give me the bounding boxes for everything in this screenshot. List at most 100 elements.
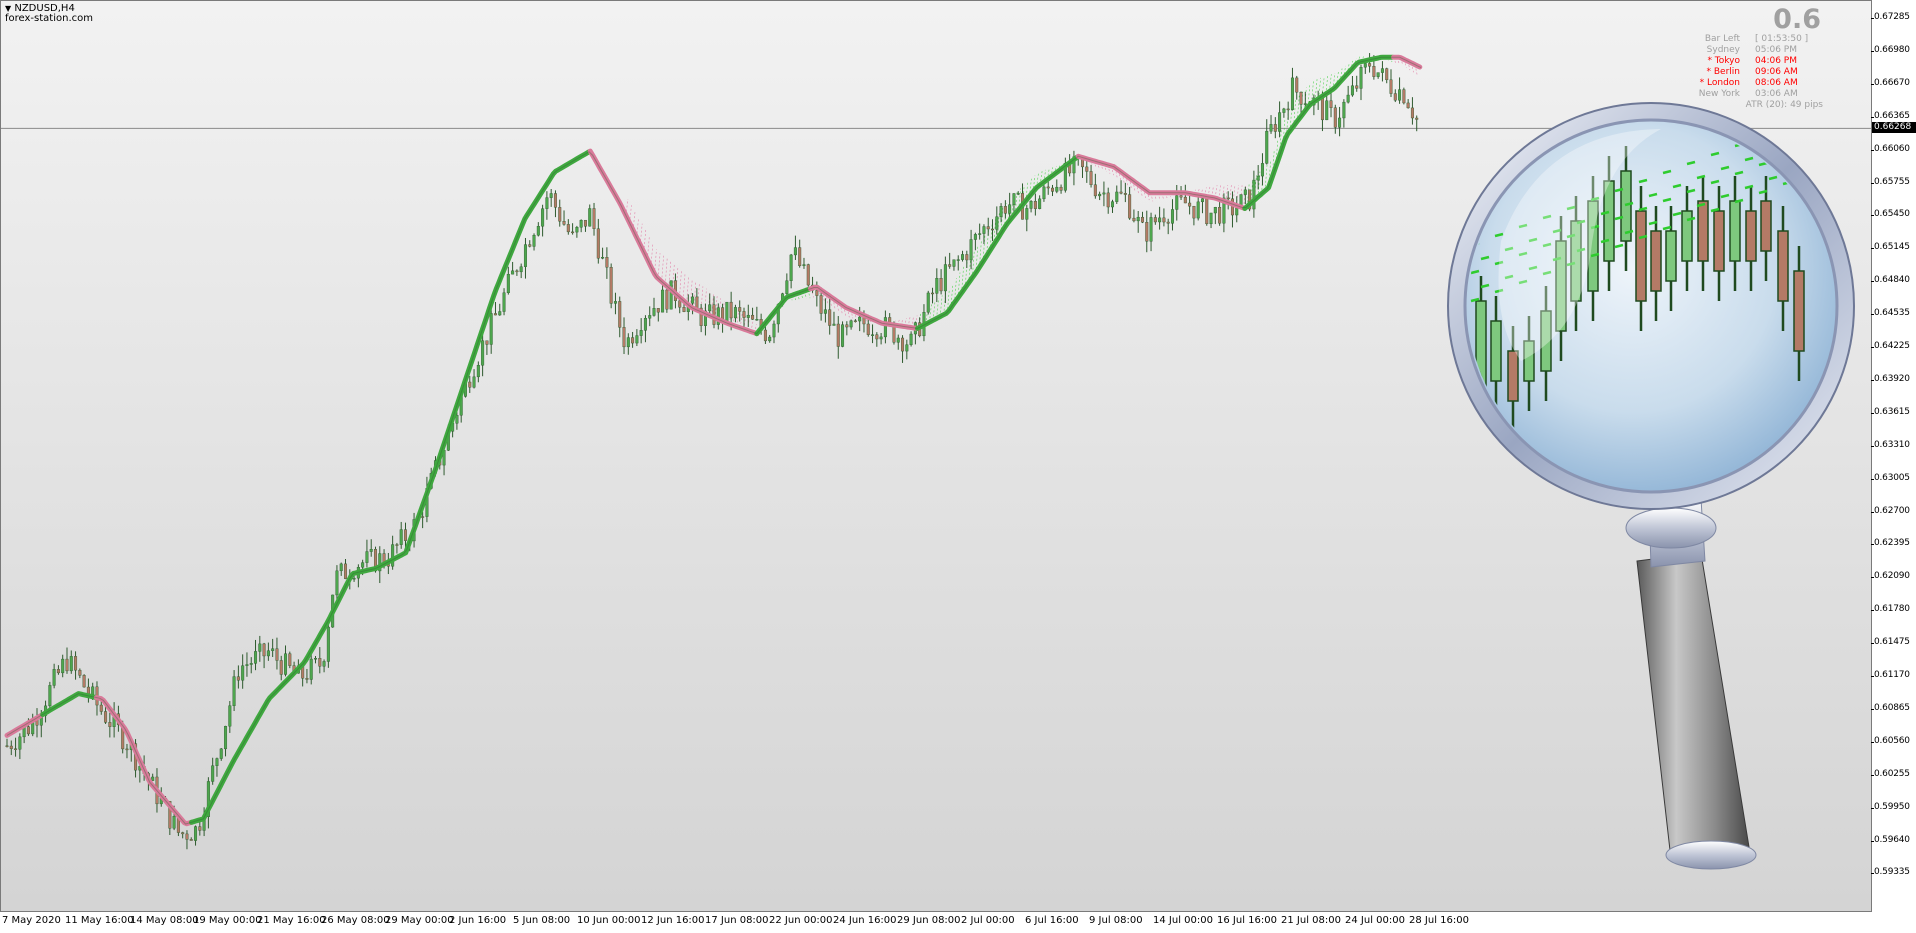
current-price-label: 0.66268 bbox=[1872, 122, 1916, 133]
time-tick-label: 6 Jul 16:00 bbox=[1025, 915, 1079, 926]
candle-body bbox=[326, 626, 330, 662]
candle-body bbox=[1051, 187, 1055, 192]
ma-outline bbox=[6, 56, 1422, 825]
candle-body bbox=[489, 313, 493, 345]
price-tick-label: 0.63310 bbox=[1871, 439, 1910, 450]
candle-body bbox=[1179, 195, 1183, 198]
candle-body bbox=[271, 648, 275, 651]
candle-body bbox=[493, 313, 497, 316]
time-tick-label: 17 Jun 08:00 bbox=[705, 915, 769, 926]
candle-body bbox=[639, 330, 643, 336]
candle-body bbox=[613, 301, 617, 304]
candle-body bbox=[1303, 103, 1307, 105]
candle-body bbox=[1269, 124, 1273, 132]
candle-body bbox=[258, 643, 262, 652]
candle-body bbox=[626, 337, 630, 348]
time-tick-label: 21 Jul 08:00 bbox=[1281, 915, 1341, 926]
candle-body bbox=[189, 839, 193, 841]
candle-body bbox=[733, 307, 737, 319]
candle-body bbox=[69, 656, 73, 672]
time-axis[interactable]: 7 May 2020 11 May 16:00 14 May 08:00 19 May… bbox=[0, 912, 1916, 933]
candle-body bbox=[828, 309, 832, 326]
time-tick-label: 22 Jun 00:00 bbox=[769, 915, 833, 926]
zoom-candle-body bbox=[1745, 210, 1757, 262]
candle-body bbox=[596, 228, 600, 259]
candle-body bbox=[26, 726, 30, 735]
price-tick-label: 0.67285 bbox=[1871, 12, 1910, 22]
price-tick-label: 0.59640 bbox=[1871, 834, 1910, 845]
candle-body bbox=[768, 336, 772, 342]
price-tick-label: 0.66980 bbox=[1871, 44, 1910, 55]
candle-body bbox=[1213, 206, 1217, 214]
candle-body bbox=[498, 311, 502, 316]
candle-body bbox=[1218, 206, 1222, 224]
candle-body bbox=[506, 273, 510, 294]
candle-body bbox=[1265, 130, 1269, 164]
candle-body bbox=[866, 323, 870, 335]
candle-body bbox=[241, 665, 245, 681]
candle-body bbox=[476, 365, 480, 378]
time-tick-label: 9 Jul 08:00 bbox=[1089, 915, 1143, 926]
candle-body bbox=[1029, 201, 1033, 209]
candle-body bbox=[198, 826, 202, 831]
price-axis[interactable]: 0.67285 0.66980 0.66670 0.66365 0.66060 0.657… bbox=[1871, 0, 1916, 933]
candle-body bbox=[455, 415, 459, 424]
candle-body bbox=[991, 228, 995, 231]
session-label: * London bbox=[1699, 78, 1740, 88]
candle-body bbox=[1295, 77, 1299, 93]
time-tick-label: 12 Jun 16:00 bbox=[641, 915, 705, 926]
candle-body bbox=[339, 563, 343, 572]
candle-body bbox=[823, 309, 827, 314]
candle-body bbox=[871, 334, 875, 336]
candle-body bbox=[798, 247, 802, 267]
candle-body bbox=[1183, 196, 1187, 204]
candle-body bbox=[691, 296, 695, 304]
candle-body bbox=[785, 280, 789, 294]
candle-body bbox=[1046, 186, 1050, 189]
candle-body bbox=[1136, 216, 1140, 222]
glass-handle bbox=[1636, 552, 1750, 860]
candle-body bbox=[224, 725, 228, 750]
candle-body bbox=[14, 748, 18, 750]
candle-body bbox=[562, 221, 566, 225]
time-tick-label: 28 Jul 16:00 bbox=[1409, 915, 1469, 926]
candle-body bbox=[1338, 117, 1342, 128]
price-tick-label: 0.65450 bbox=[1871, 209, 1910, 220]
zoom-candle-body bbox=[1650, 230, 1662, 292]
candle-body bbox=[1256, 175, 1260, 181]
candle-body bbox=[729, 301, 733, 319]
chart-area[interactable]: ▼ NZDUSD,H4 forex-station.com 0.6 Bar Le… bbox=[0, 0, 1872, 912]
candle-body bbox=[725, 301, 729, 322]
candle-body bbox=[592, 208, 596, 229]
triangle-down-icon[interactable]: ▼ bbox=[5, 4, 11, 13]
candle-body bbox=[763, 329, 767, 342]
candle-body bbox=[1016, 193, 1020, 195]
candle-body bbox=[232, 676, 236, 706]
candle-body bbox=[1158, 217, 1162, 223]
candle-body bbox=[421, 516, 425, 518]
candle-body bbox=[532, 234, 536, 247]
candle-body bbox=[845, 324, 849, 328]
candle-body bbox=[472, 376, 476, 388]
price-tick-label: 0.63920 bbox=[1871, 373, 1910, 384]
candle-body bbox=[815, 290, 819, 296]
candle-body bbox=[318, 658, 322, 667]
candle-body bbox=[279, 660, 283, 675]
candle-body bbox=[695, 296, 699, 309]
cloud-hatch bbox=[682, 273, 686, 301]
zoom-candle-body bbox=[1760, 200, 1772, 252]
candle-body bbox=[931, 292, 935, 295]
candle-body bbox=[254, 651, 258, 664]
candle-body bbox=[262, 643, 266, 657]
time-tick-label: 16 Jul 16:00 bbox=[1217, 915, 1277, 926]
mt4-chart-window: ▼ NZDUSD,H4 forex-station.com 0.6 Bar Le… bbox=[0, 0, 1916, 933]
candle-body bbox=[528, 244, 532, 247]
candle-body bbox=[1106, 192, 1110, 208]
candle-body bbox=[789, 254, 793, 281]
candle-body bbox=[952, 259, 956, 267]
price-tick-label: 0.64535 bbox=[1871, 308, 1910, 319]
candle-body bbox=[1196, 201, 1200, 219]
candle-body bbox=[1299, 91, 1303, 105]
candle-body bbox=[1093, 184, 1097, 197]
candle-body bbox=[481, 340, 485, 366]
